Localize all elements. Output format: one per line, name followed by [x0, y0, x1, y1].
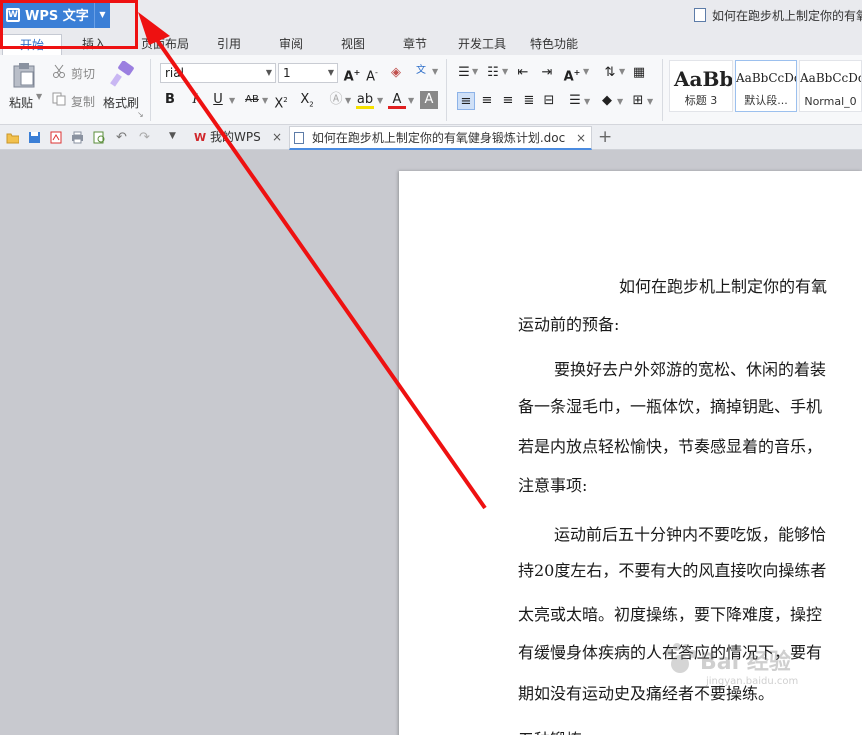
- paragraph-line: 五种锻炼: [518, 726, 582, 735]
- watermark-url: jingyan.baidu.com: [706, 676, 799, 687]
- paragraph-line: 运动前的预备:: [518, 315, 620, 334]
- align-right-icon[interactable]: ≡: [499, 92, 517, 110]
- paragraph-line: 要换好去户外郊游的宽松、休闲的着装: [554, 360, 827, 379]
- paragraph-shading-icon[interactable]: ◆: [598, 92, 616, 110]
- document-title: 如何在跑步机上制定你的有氧: [619, 277, 828, 296]
- tab-special-features[interactable]: 特色功能: [524, 34, 584, 55]
- baidu-jingyan-watermark: Bai 经验 jingyan.baidu.com: [660, 636, 820, 696]
- chevron-down-icon[interactable]: ▼: [502, 67, 508, 76]
- paragraph-line: 太亮或太暗。初度操练，要下降难度，操控: [518, 605, 823, 624]
- close-icon[interactable]: ×: [576, 127, 586, 149]
- increase-indent-icon[interactable]: ⇥: [538, 64, 556, 82]
- line-spacing-icon[interactable]: ☰: [566, 92, 584, 110]
- style-label: Normal_0: [804, 95, 857, 108]
- borders-icon[interactable]: ⊞: [629, 92, 647, 110]
- document-icon: [694, 8, 706, 22]
- style-label: 默认段...: [744, 94, 788, 107]
- watermark-text: Bai 经验: [700, 650, 791, 675]
- change-case-icon[interactable]: A+: [563, 64, 581, 84]
- chevron-down-icon[interactable]: ▼: [584, 97, 590, 106]
- paragraph-line: 持20度左右，不要有大的风直接吹向操练者: [518, 561, 827, 580]
- style-normal-0[interactable]: AaBbCcDd Normal_0: [799, 60, 862, 112]
- paragraph-line: 备一条湿毛巾，一瓶体饮，摘掉钥匙、手机: [518, 397, 823, 416]
- chevron-down-icon[interactable]: ▼: [647, 97, 653, 106]
- justify-icon[interactable]: ≣: [520, 92, 538, 110]
- paragraph-line: 若是内放点轻松愉快，节奏感显着的音乐，: [518, 437, 823, 456]
- style-preview: AaBb(: [674, 67, 733, 91]
- style-heading-3[interactable]: AaBb( 标题 3: [669, 60, 733, 112]
- style-label: 标题 3: [684, 94, 718, 107]
- sort-icon[interactable]: ⇅: [601, 64, 619, 82]
- paragraph-line: 运动前后五十分钟内不要吃饭，能够恰: [554, 525, 827, 544]
- new-tab-icon[interactable]: +: [598, 127, 612, 147]
- chevron-down-icon[interactable]: ▼: [619, 67, 625, 76]
- paw-logo-icon: [665, 643, 697, 673]
- style-default-paragraph[interactable]: AaBbCcDd 默认段...: [735, 60, 797, 112]
- annotation-arrow: [138, 12, 487, 510]
- style-preview: AaBbCcDd: [736, 71, 797, 85]
- table-grid-icon[interactable]: ▦: [630, 64, 648, 82]
- chevron-down-icon[interactable]: ▼: [617, 97, 623, 106]
- chevron-down-icon[interactable]: ▼: [583, 67, 589, 76]
- distributed-align-icon[interactable]: ⊟: [540, 92, 558, 110]
- window-title: 如何在跑步机上制定你的有氧: [694, 6, 862, 24]
- style-preview: AaBbCcDd: [800, 71, 862, 85]
- decrease-indent-icon[interactable]: ⇤: [514, 64, 532, 82]
- paragraph-line: 注意事项:: [518, 476, 588, 495]
- ribbon-divider: [662, 59, 663, 121]
- window-title-text: 如何在跑步机上制定你的有氧: [712, 8, 862, 23]
